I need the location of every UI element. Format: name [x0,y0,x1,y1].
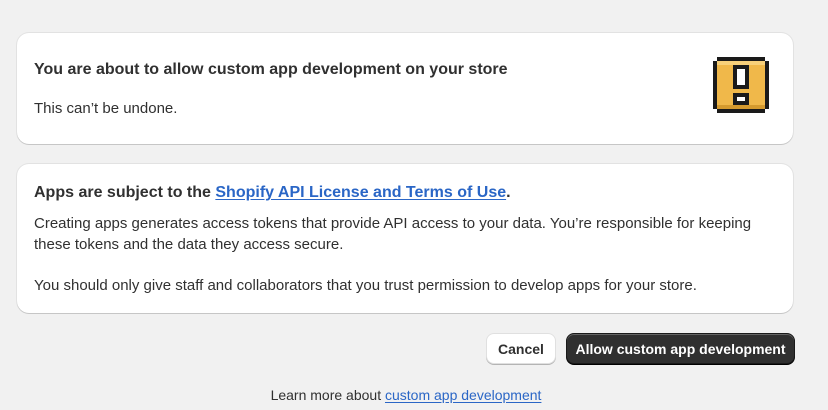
terms-title-prefix: Apps are subject to the [34,184,216,201]
terms-card: Apps are subject to the Shopify API Lice… [17,164,793,313]
warning-title: You are about to allow custom app develo… [34,61,508,78]
terms-title-suffix: . [506,184,511,201]
learn-more-footer: Learn more about custom app development [0,386,812,404]
learn-more-prefix: Learn more about [270,387,385,403]
tokens-paragraph: Creating apps generates access tokens th… [34,215,752,253]
warning-body: This can’t be undone. [34,100,178,117]
cancel-button[interactable]: Cancel [486,333,556,364]
custom-app-development-link[interactable]: custom app development [385,387,541,403]
warning-card: You are about to allow custom app develo… [17,33,793,144]
permissions-paragraph: You should only give staff and collabora… [34,277,697,294]
api-license-link[interactable]: Shopify API License and Terms of Use [215,184,506,201]
exclamation-warning-icon [713,57,769,113]
allow-custom-app-development-button[interactable]: Allow custom app development [566,333,795,364]
terms-title: Apps are subject to the Shopify API Lice… [34,183,511,203]
